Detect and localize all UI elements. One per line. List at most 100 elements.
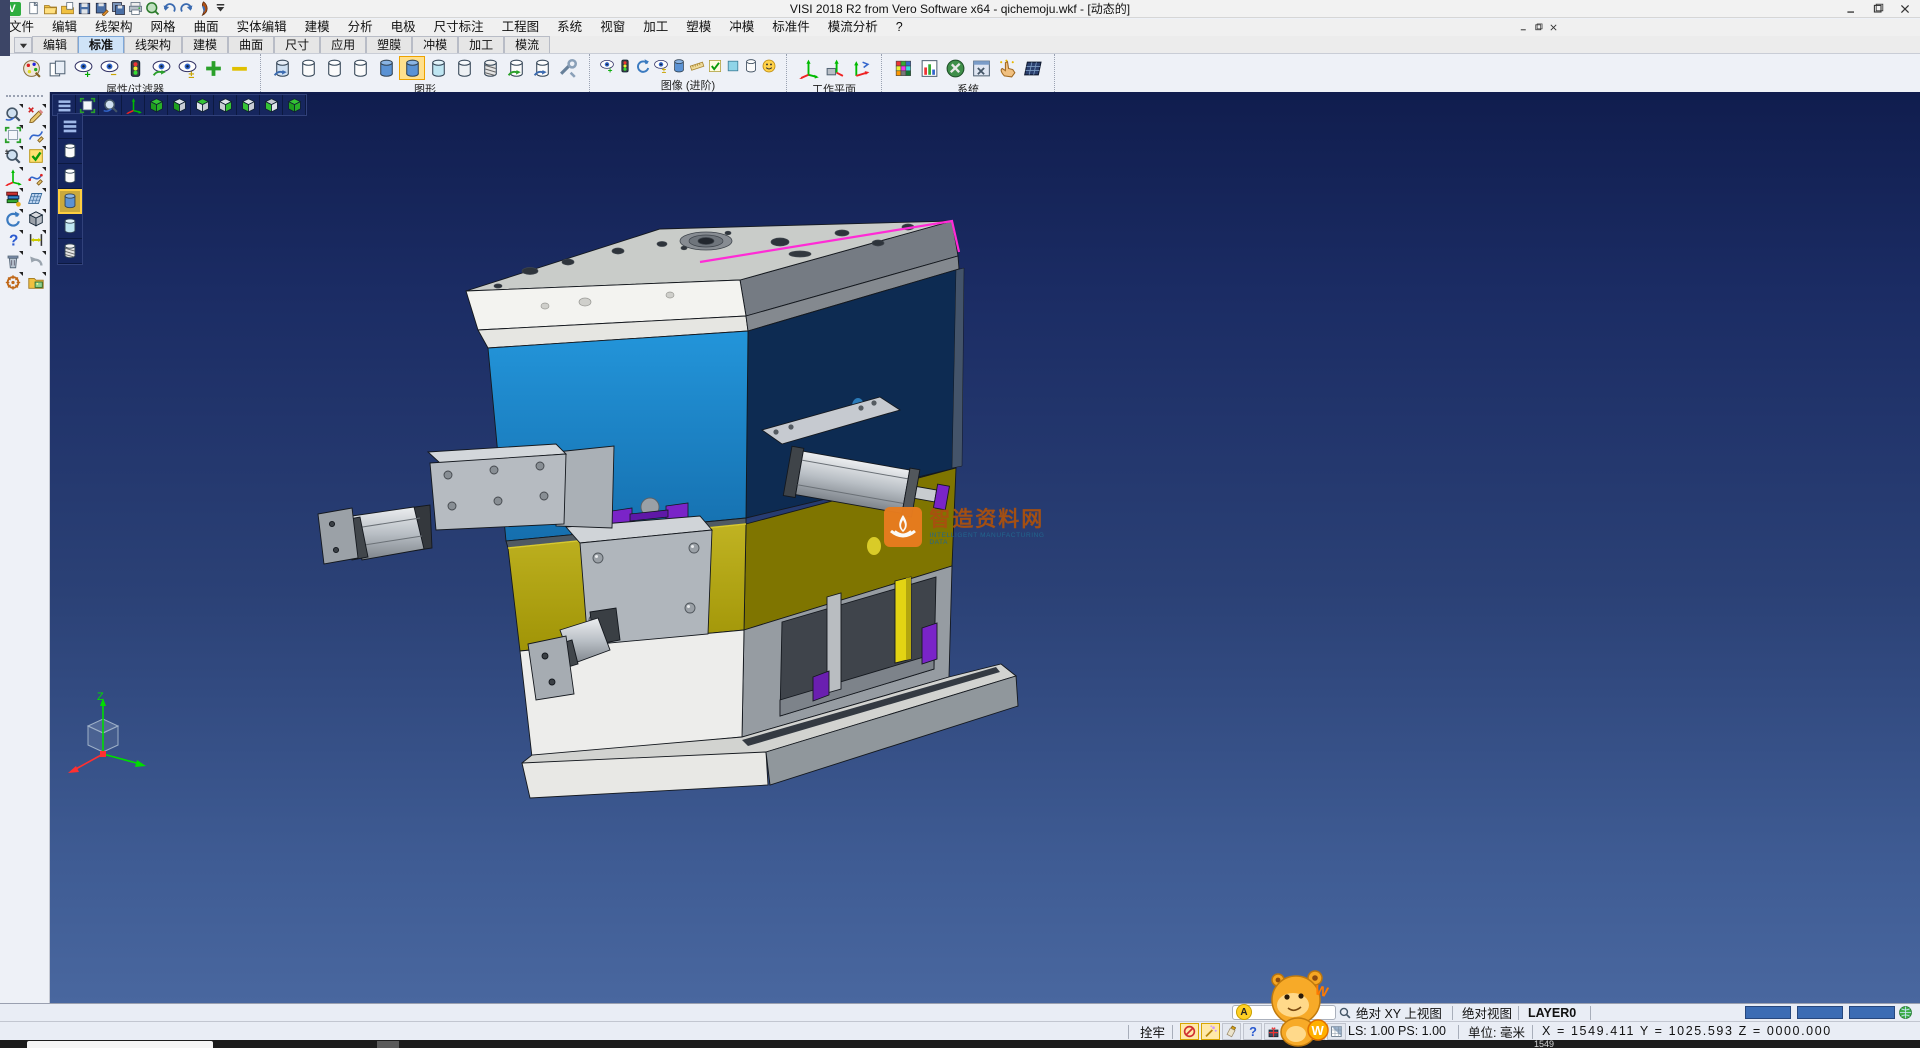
tab-加工[interactable]: 加工 (458, 36, 504, 53)
adv-filter-icon[interactable] (616, 56, 634, 76)
dashed-hidden-view-icon[interactable] (347, 56, 373, 80)
toggle-disable-icon[interactable] (1180, 1023, 1199, 1040)
view-cube-iso-icon[interactable] (145, 95, 168, 115)
hidden-line-view-icon[interactable] (321, 56, 347, 80)
menu-item-10[interactable]: 工程图 (493, 19, 549, 36)
open-folder-icon[interactable] (42, 1, 59, 17)
toggle-glue-icon[interactable] (1222, 1023, 1241, 1040)
wireframe-view-icon[interactable] (295, 56, 321, 80)
layer-color-swatch-2[interactable] (1849, 1006, 1895, 1019)
status-lock-label[interactable]: 拴牢 (1140, 1022, 1165, 1040)
selection-filter-icon[interactable] (122, 56, 148, 80)
taskbar-search-fragment[interactable] (27, 1041, 213, 1048)
view-cube-front-icon[interactable] (260, 95, 283, 115)
layer-color-swatch-1[interactable] (1797, 1006, 1843, 1019)
dynamic-shading-icon[interactable] (529, 56, 555, 80)
menu-item-4[interactable]: 曲面 (185, 19, 228, 36)
strip-menu-icon[interactable] (58, 114, 82, 139)
copy-attributes-icon[interactable] (44, 56, 70, 80)
mdi-restore[interactable] (1531, 21, 1546, 34)
menu-item-17[interactable]: 模流分析 (819, 19, 887, 36)
close-button[interactable] (1891, 0, 1918, 17)
menu-item-11[interactable]: 系统 (548, 19, 591, 36)
adv-ruler-icon[interactable] (688, 56, 706, 76)
adv-confirm-icon[interactable] (706, 56, 724, 76)
strip-hidden-line-icon[interactable] (58, 164, 82, 189)
shaded-edges-view-icon[interactable] (399, 56, 425, 80)
menu-item-15[interactable]: 冲模 (720, 19, 763, 36)
strip-shaded-icon[interactable] (58, 189, 82, 214)
quickbar-more-icon[interactable] (212, 1, 229, 17)
strip-hatched-icon[interactable] (58, 239, 82, 264)
view-cube-top-icon[interactable] (191, 95, 214, 115)
context-help-icon[interactable]: ? (2, 229, 24, 250)
confirm-box-icon[interactable] (25, 145, 47, 166)
menu-item-18[interactable]: ? (887, 19, 912, 36)
layer-color-swatch-0[interactable] (1745, 1006, 1791, 1019)
status-view-mode[interactable]: 绝对视图 (1462, 1004, 1512, 1021)
workplane-modify-icon[interactable] (821, 56, 847, 80)
menu-item-12[interactable]: 视窗 (591, 19, 634, 36)
system-colors-icon[interactable] (890, 56, 916, 80)
system-matrix-icon[interactable] (1020, 56, 1046, 80)
view-axes-icon[interactable] (122, 95, 145, 115)
new-document-icon[interactable] (25, 1, 42, 17)
3d-viewport[interactable]: 智造资料网 INTELLIGENT MANUFACTURING DATA Z (50, 92, 1920, 1003)
tab-dropdown-button[interactable] (14, 37, 32, 53)
delete-entities-icon[interactable] (2, 250, 24, 271)
undo-last-icon[interactable] (25, 250, 47, 271)
toolbar-grip[interactable] (6, 95, 43, 101)
save-icon[interactable] (76, 1, 93, 17)
workplane-align-icon[interactable] (847, 56, 873, 80)
show-all-icon[interactable] (200, 56, 226, 80)
regenerate-icon[interactable] (2, 208, 24, 229)
mdi-close[interactable] (1546, 21, 1561, 34)
status-active-layer[interactable]: LAYER0 (1528, 1004, 1576, 1021)
menu-item-5[interactable]: 实体编辑 (228, 19, 296, 36)
erase-entity-icon[interactable] (25, 103, 47, 124)
view-cube-left-icon[interactable] (237, 95, 260, 115)
menu-item-7[interactable]: 分析 (339, 19, 382, 36)
save-all-icon[interactable] (110, 1, 127, 17)
mdi-minimize[interactable] (1516, 21, 1531, 34)
adv-box-icon[interactable] (724, 56, 742, 76)
status-globe-icon[interactable] (1898, 1004, 1913, 1021)
adv-cylinder-icon[interactable] (670, 56, 688, 76)
menu-item-9[interactable]: 尺寸标注 (425, 19, 493, 36)
save-as-icon[interactable] (93, 1, 110, 17)
tab-模流[interactable]: 模流 (504, 36, 550, 53)
flat-view-icon[interactable] (451, 56, 477, 80)
strip-wireframe-icon[interactable] (58, 139, 82, 164)
toggle-visibility-icon[interactable]: ± (174, 56, 200, 80)
undo-icon[interactable] (161, 1, 178, 17)
edit-curve-icon[interactable] (25, 166, 47, 187)
zoom-window-icon[interactable] (2, 124, 24, 145)
regen-shading-icon[interactable] (503, 56, 529, 80)
taskbar-button-fragment[interactable] (377, 1041, 399, 1048)
hide-all-icon[interactable] (226, 56, 252, 80)
transparent-view-icon[interactable] (425, 56, 451, 80)
zoom-fit-icon[interactable] (76, 95, 99, 115)
menu-item-16[interactable]: 标准件 (763, 19, 819, 36)
system-report-icon[interactable] (916, 56, 942, 80)
insert-image-icon[interactable] (25, 271, 47, 292)
entity-attributes-icon[interactable] (2, 187, 24, 208)
zoom-scale-icon[interactable]: ± (2, 145, 24, 166)
system-select-icon[interactable] (994, 56, 1020, 80)
menu-item-6[interactable]: 建模 (296, 19, 339, 36)
zoom-dynamic-icon[interactable] (99, 95, 122, 115)
hide-entities-icon[interactable]: − (96, 56, 122, 80)
ime-mode-badge[interactable]: A (1236, 1004, 1252, 1020)
render-options-icon[interactable] (555, 56, 581, 80)
view-cube-bottom-icon[interactable] (168, 95, 191, 115)
tab-线架构[interactable]: 线架构 (124, 36, 182, 53)
toggle-magic-select-icon[interactable] (1201, 1023, 1220, 1040)
view-cube-right-icon[interactable] (214, 95, 237, 115)
measure-distance-icon[interactable] (25, 229, 47, 250)
tab-标准[interactable]: 标准 (78, 36, 124, 53)
adv-toggle-icon[interactable]: ± (652, 56, 670, 76)
view-cube-iso2-icon[interactable] (283, 95, 306, 115)
adv-cyl-white-icon[interactable] (742, 56, 760, 76)
menu-item-8[interactable]: 电极 (382, 19, 425, 36)
work-grid-icon[interactable] (25, 187, 47, 208)
